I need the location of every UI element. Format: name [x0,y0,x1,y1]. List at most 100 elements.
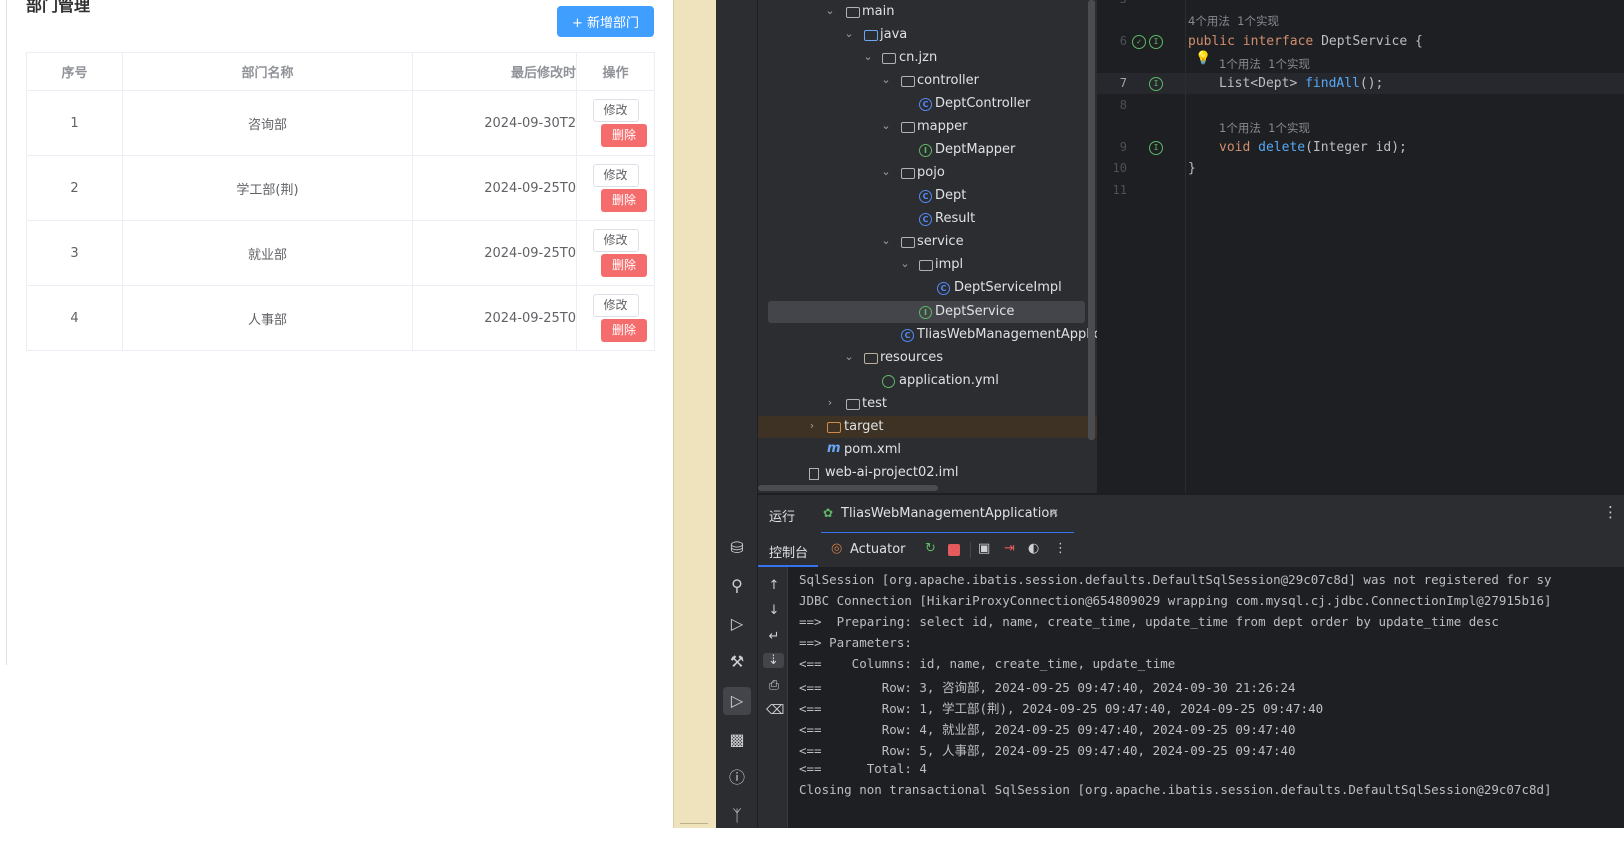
search-icon[interactable]: ⚲ [726,575,748,597]
scroll-up-icon[interactable]: ↑ [766,578,782,593]
scroll-to-end-icon[interactable]: ⇣ [763,653,784,668]
git-icon[interactable]: ᛉ [726,805,748,827]
delete-button[interactable]: 删除 [601,189,647,212]
toolbar-more-icon[interactable]: ⋮ [1054,541,1067,556]
tree-item-controller[interactable]: ⌄ controller [758,70,1097,92]
tree-item-main[interactable]: ⌄ main [758,1,1097,23]
close-tab-icon[interactable]: ✕ [1049,506,1059,520]
delete-button[interactable]: 删除 [601,319,647,342]
cell-name: 就业部 [122,220,413,286]
run-icon[interactable]: ▷ [723,687,751,715]
tree-item-pom[interactable]: m pom.xml [758,439,1097,461]
col-name: 部门名称 [122,52,413,91]
profiler-icon[interactable]: ◐ [1028,541,1039,556]
cell-ops: 修改 删除 [576,90,655,156]
usage-hint[interactable]: 4个用法 1个实现 [1188,13,1279,29]
line-number: 5 [1097,0,1127,6]
maven-icon: m [827,441,841,456]
run-toolbar: 控制台 ◎ Actuator ↻ ▣ ⇥ ◐ ⋮ [758,533,1624,567]
tree-item-mapper[interactable]: ⌄ mapper [758,116,1097,138]
page-title: 部门管理 [26,0,91,15]
console-output[interactable]: SqlSession [org.apache.ibatis.session.de… [789,567,1624,828]
more-options-icon[interactable]: ⋮ [1603,503,1618,521]
edit-button[interactable]: 修改 [592,164,639,187]
tree-hscrollbar[interactable] [758,485,938,491]
tree-item-test[interactable]: › test [758,393,1097,415]
gap-divider [680,823,708,824]
col-ops: 操作 [576,52,655,91]
implemented-icon[interactable]: I [1149,141,1163,155]
screenshot-icon[interactable]: ▣ [978,541,990,556]
table-row: 3 就业部 2024-09-25T0 修改 删除 [26,220,655,286]
yml-icon [882,375,895,388]
tree-scrollbar[interactable] [1088,0,1095,440]
tree-item-cn-jzn[interactable]: ⌄ cn.jzn [758,47,1097,69]
tree-item-pojo[interactable]: ⌄ pojo [758,162,1097,184]
code-token: (); [1359,76,1384,91]
edit-button[interactable]: 修改 [592,294,639,317]
services-icon[interactable]: ▷ [726,613,748,635]
actuator-tab[interactable]: Actuator [850,542,906,557]
usage-hint[interactable]: 1个用法 1个实现 [1219,56,1310,72]
tree-item-deptmapper[interactable]: I DeptMapper [758,139,1097,161]
tree-item-application[interactable]: C TliasWebManagementApplicat [758,324,1097,346]
line-number: 10 [1112,161,1127,175]
add-dept-button[interactable]: + 新增部门 [557,6,654,37]
delete-button[interactable]: 删除 [601,254,647,277]
tree-item-deptservice[interactable]: I DeptService [768,301,1085,323]
editor-gutter: 5 6 7 8 9 10 11 ✓ I I I [1097,0,1185,493]
tree-item-iml[interactable]: web-ai-project02.iml [758,462,1097,484]
table-row: 1 咨询部 2024-09-30T2 修改 删除 [26,90,655,156]
tree-item-impl[interactable]: ⌄ impl [758,254,1097,276]
build-icon[interactable]: ⚒ [726,651,748,673]
console-line: Closing non transactional SqlSession [or… [799,782,1552,797]
dump-threads-icon[interactable]: ⇥ [1004,541,1015,556]
cell-index: 3 [26,220,123,286]
database-icon[interactable]: ⛁ [726,537,748,559]
tree-item-deptserviceimpl[interactable]: C DeptServiceImpl [758,277,1097,299]
class-icon: C [919,190,932,203]
console-line: <== Row: 5, 人事部, 2024-09-25 09:47:40, 20… [799,743,1296,758]
print-icon[interactable]: ⎙ [766,678,782,693]
method-token: findAll [1305,76,1360,91]
clear-icon[interactable]: ⌫ [766,703,784,718]
cell-time: 2024-09-25T0 [412,220,577,286]
cell-time: 2024-09-25T0 [412,155,577,221]
tree-item-dept[interactable]: C Dept [758,185,1097,207]
rerun-icon[interactable]: ↻ [925,541,936,556]
package-icon [901,76,915,87]
stop-icon[interactable] [948,544,960,556]
soft-wrap-icon[interactable]: ↵ [766,629,782,644]
cell-ops: 修改 删除 [576,285,655,351]
package-icon [882,53,896,64]
tree-item-application-yml[interactable]: application.yml [758,370,1097,392]
run-config-tab[interactable]: ✿ TliasWebManagementApplication [821,501,1066,527]
scroll-down-icon[interactable]: ↓ [766,603,782,618]
tree-item-service[interactable]: ⌄ service [758,231,1097,253]
package-icon [901,168,915,179]
spring-bean-icon[interactable]: ✓ [1132,35,1146,49]
delete-button[interactable]: 删除 [601,124,647,147]
edit-button[interactable]: 修改 [592,99,639,122]
console-tab[interactable]: 控制台 [769,542,808,561]
dept-table: 序号 部门名称 最后修改时 操作 1 咨询部 2024-09-30T2 修改 删… [26,52,655,351]
implemented-icon[interactable]: I [1149,77,1163,91]
line-number: 9 [1119,140,1127,154]
lightbulb-icon[interactable]: 💡 [1195,51,1211,66]
terminal-icon[interactable]: ▩ [726,729,748,751]
code-editor[interactable]: 5 6 7 8 9 10 11 ✓ I I I 4个用法 1个实现 public… [1097,0,1624,493]
edit-button[interactable]: 修改 [592,229,639,252]
class-icon: C [919,98,932,111]
line-number: 8 [1119,98,1127,112]
keyword-token: void [1219,140,1251,155]
implemented-icon[interactable]: I [1149,35,1163,49]
folder-icon [846,7,860,18]
usage-hint[interactable]: 1个用法 1个实现 [1219,120,1310,136]
tree-item-resources[interactable]: ⌄ resources [758,347,1097,369]
tree-item-target[interactable]: › target [758,416,1097,438]
problems-icon[interactable]: ⓘ [726,767,748,789]
tree-item-java[interactable]: ⌄ java [758,24,1097,46]
tree-item-result[interactable]: C Result [758,208,1097,230]
tree-item-deptcontroller[interactable]: C DeptController [758,93,1097,115]
console-line: <== Total: 4 [799,761,927,776]
